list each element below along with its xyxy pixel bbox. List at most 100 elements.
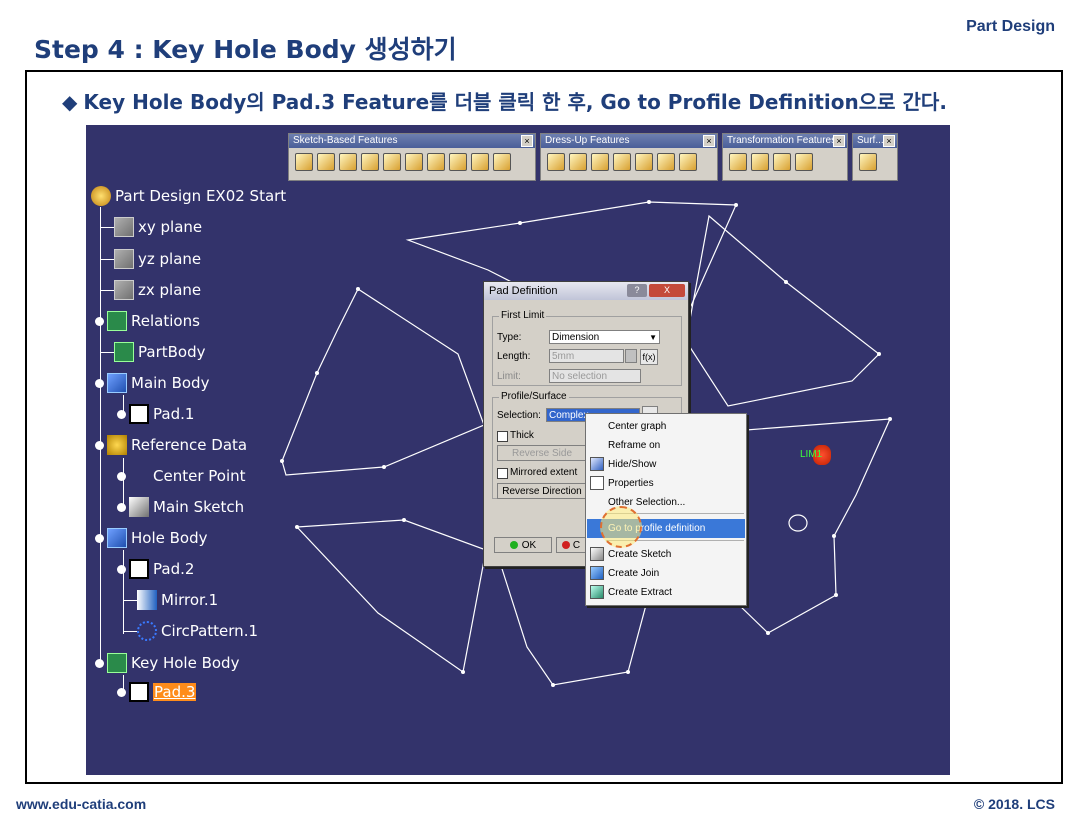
expand-icon[interactable] xyxy=(117,687,126,697)
pad-icon[interactable] xyxy=(295,153,313,171)
cancel-button[interactable]: C xyxy=(556,537,586,553)
draft-icon[interactable] xyxy=(591,153,609,171)
tree-item-center-point[interactable]: Center Point xyxy=(117,466,246,486)
collapse-icon[interactable] xyxy=(95,658,104,668)
stiffener-icon[interactable] xyxy=(449,153,467,171)
tree-item-zx-plane[interactable]: zx plane xyxy=(114,280,201,300)
menu-item-properties[interactable]: Properties xyxy=(587,474,745,493)
toolbar-transformation[interactable]: Transformation Features × xyxy=(722,133,848,181)
tree-item-pad-2[interactable]: Pad.2 xyxy=(117,559,194,579)
thread-icon[interactable] xyxy=(657,153,675,171)
tree-item-pad-3[interactable]: Pad.3 xyxy=(117,682,197,702)
spinner-icon[interactable] xyxy=(625,349,637,363)
help-button[interactable]: ? xyxy=(627,284,647,297)
body-icon xyxy=(107,653,127,673)
close-icon[interactable]: × xyxy=(833,135,845,147)
mirrored-extent-checkbox[interactable] xyxy=(497,468,508,479)
length-input[interactable]: 5mm xyxy=(549,349,624,363)
shell-icon[interactable] xyxy=(613,153,631,171)
dialog-titlebar[interactable]: Pad Definition ? X xyxy=(484,282,688,300)
menu-item-hide-show[interactable]: Hide/Show xyxy=(587,455,745,474)
tree-item-mirror-1[interactable]: Mirror.1 xyxy=(137,590,218,610)
remove-face-icon[interactable] xyxy=(679,153,697,171)
rib-icon[interactable] xyxy=(405,153,423,171)
tree-root[interactable]: Part Design EX02 Start xyxy=(91,186,286,206)
ok-button[interactable]: OK xyxy=(494,537,552,553)
menu-item-create-extract[interactable]: Create Extract xyxy=(587,583,745,602)
expand-icon[interactable] xyxy=(117,502,126,512)
tree-item-relations[interactable]: Relations xyxy=(95,311,200,331)
catia-viewport[interactable]: Sketch-Based Features × Dress-Up Features… xyxy=(86,125,950,775)
close-button[interactable]: X xyxy=(649,284,685,297)
chevron-down-icon[interactable]: ▼ xyxy=(649,331,657,345)
limit-field[interactable]: No selection xyxy=(549,369,641,383)
tree-item-yz-plane[interactable]: yz plane xyxy=(114,249,201,269)
menu-label: Create Join xyxy=(608,568,660,579)
expand-icon[interactable] xyxy=(117,564,126,574)
close-icon[interactable]: × xyxy=(883,135,895,147)
slide-title: Step 4 : Key Hole Body 생성하기 xyxy=(34,35,457,64)
tree-item-main-sketch[interactable]: Main Sketch xyxy=(117,497,244,517)
chamfer-icon[interactable] xyxy=(569,153,587,171)
expand-icon[interactable] xyxy=(117,409,126,419)
groove-icon[interactable] xyxy=(361,153,379,171)
tree-item-xy-plane[interactable]: xy plane xyxy=(114,217,202,237)
length-value: 5mm xyxy=(552,351,575,362)
pocket-icon[interactable] xyxy=(317,153,335,171)
pattern-icon[interactable] xyxy=(773,153,791,171)
tree-item-reference-data[interactable]: Reference Data xyxy=(95,435,247,455)
translation-icon[interactable] xyxy=(729,153,747,171)
reverse-side-button[interactable]: Reverse Side xyxy=(497,445,587,461)
mirrored-extent-label: Mirrored extent xyxy=(510,467,578,478)
toolbar-sketch-based[interactable]: Sketch-Based Features × xyxy=(288,133,536,181)
remove-loft-icon[interactable] xyxy=(493,153,511,171)
expand-icon[interactable] xyxy=(95,316,104,326)
properties-icon xyxy=(590,476,604,490)
split-icon[interactable] xyxy=(859,153,877,171)
tree-label: Main Body xyxy=(131,374,210,392)
button-label: Reverse Direction xyxy=(502,486,582,497)
loft-icon[interactable] xyxy=(471,153,489,171)
edge-fillet-icon[interactable] xyxy=(547,153,565,171)
tree-label: Pad.2 xyxy=(153,560,195,578)
toolbar-dress-up[interactable]: Dress-Up Features × xyxy=(540,133,718,181)
close-icon[interactable]: × xyxy=(521,135,533,147)
collapse-icon[interactable] xyxy=(95,440,104,450)
tree-item-main-body[interactable]: Main Body xyxy=(95,373,209,393)
menu-item-create-join[interactable]: Create Join xyxy=(587,564,745,583)
expand-icon[interactable] xyxy=(117,471,126,481)
toolbar-title: Dress-Up Features xyxy=(545,135,630,146)
close-icon[interactable]: × xyxy=(703,135,715,147)
tree-label: PartBody xyxy=(138,343,206,361)
extract-icon xyxy=(590,585,604,599)
tree-item-key-hole-body[interactable]: Key Hole Body xyxy=(95,653,239,673)
shaft-icon[interactable] xyxy=(339,153,357,171)
type-value: Dimension xyxy=(552,332,600,343)
formula-icon[interactable]: f(x) xyxy=(640,349,658,365)
button-label: OK xyxy=(521,540,537,551)
type-select[interactable]: Dimension ▼ xyxy=(549,330,660,344)
collapse-icon[interactable] xyxy=(95,533,104,543)
menu-label: Create Extract xyxy=(608,587,672,598)
thickness-icon[interactable] xyxy=(635,153,653,171)
toolbar-surface[interactable]: Surf... × xyxy=(852,133,898,181)
tree-item-hole-body[interactable]: Hole Body xyxy=(95,528,208,548)
menu-item-center-graph[interactable]: Center graph xyxy=(587,417,745,436)
thick-checkbox[interactable] xyxy=(497,431,508,442)
tree-label-selected: Pad.3 xyxy=(153,683,197,701)
length-label: Length: xyxy=(497,351,531,362)
tree-item-pad-1[interactable]: Pad.1 xyxy=(117,404,194,424)
instruction-text: ◆ Key Hole Body의 Pad.3 Feature를 더블 클릭 한 후… xyxy=(62,86,947,115)
tree-item-partbody[interactable]: PartBody xyxy=(114,342,205,362)
menu-item-create-sketch[interactable]: Create Sketch xyxy=(587,545,745,564)
collapse-icon[interactable] xyxy=(95,378,104,388)
tree-item-circpattern-1[interactable]: CircPattern.1 xyxy=(137,621,258,641)
hole-icon[interactable] xyxy=(383,153,401,171)
part-icon xyxy=(91,186,111,206)
tree-label: CircPattern.1 xyxy=(161,622,259,640)
scaling-icon[interactable] xyxy=(795,153,813,171)
mirror-icon[interactable] xyxy=(751,153,769,171)
reverse-direction-button[interactable]: Reverse Direction xyxy=(497,483,587,499)
menu-item-reframe-on[interactable]: Reframe on xyxy=(587,436,745,455)
slot-icon[interactable] xyxy=(427,153,445,171)
